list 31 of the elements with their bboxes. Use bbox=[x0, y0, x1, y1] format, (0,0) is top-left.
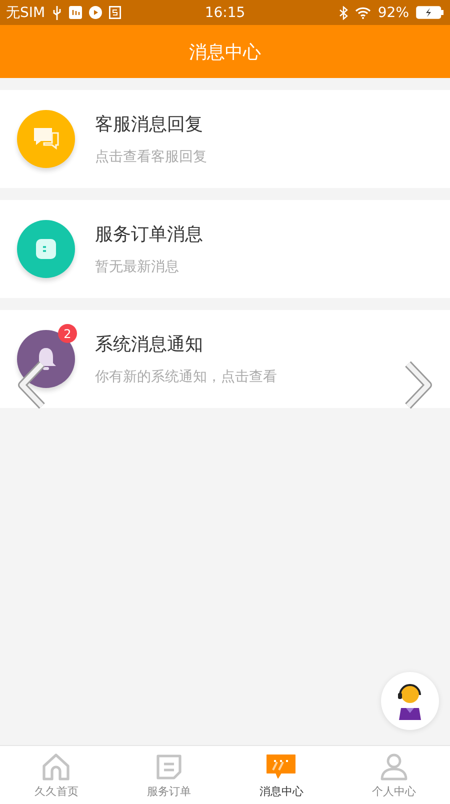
bluetooth-icon bbox=[338, 6, 348, 20]
page-title: 消息中心 bbox=[189, 40, 261, 64]
wifi-icon bbox=[354, 6, 371, 18]
battery-icon bbox=[416, 6, 444, 19]
message-icon bbox=[265, 752, 298, 782]
note-icon bbox=[35, 238, 57, 260]
battery-percent: 92% bbox=[378, 4, 410, 20]
tab-button[interactable]: 久久首页 bbox=[0, 746, 112, 804]
carrier-text: 无SIM bbox=[6, 4, 46, 22]
clock-text: 16:15 bbox=[204, 4, 246, 20]
app-icon bbox=[69, 6, 82, 19]
message-card[interactable]: 服务订单消息 暂无最新消息 bbox=[0, 200, 450, 298]
tab-button[interactable]: 个人中心 bbox=[338, 746, 450, 804]
unread-badge: 2 bbox=[58, 324, 77, 343]
tab-button[interactable]: 服务订单 bbox=[112, 746, 225, 804]
message-card[interactable]: 客服消息回复 点击查看客服回复 bbox=[0, 90, 450, 188]
message-preview: 点击查看客服回复 bbox=[95, 148, 207, 166]
usb-icon bbox=[52, 6, 62, 20]
message-preview: 你有新的系统通知，点击查看 bbox=[95, 368, 277, 386]
message-card[interactable]: 2 系统消息通知 你有新的系统通知，点击查看 bbox=[0, 310, 450, 408]
home-icon bbox=[40, 752, 72, 782]
message-title: 服务订单消息 bbox=[95, 223, 203, 246]
message-preview: 暂无最新消息 bbox=[95, 258, 180, 276]
square-icon bbox=[109, 6, 122, 19]
play-icon bbox=[89, 6, 102, 19]
tab-button[interactable]: 消息中心 bbox=[225, 746, 338, 804]
message-title: 客服消息回复 bbox=[95, 113, 204, 136]
chat-bubbles-icon bbox=[32, 126, 60, 152]
message-title: 系统消息通知 bbox=[95, 333, 204, 356]
document-icon bbox=[154, 752, 184, 782]
person-icon bbox=[378, 752, 409, 782]
